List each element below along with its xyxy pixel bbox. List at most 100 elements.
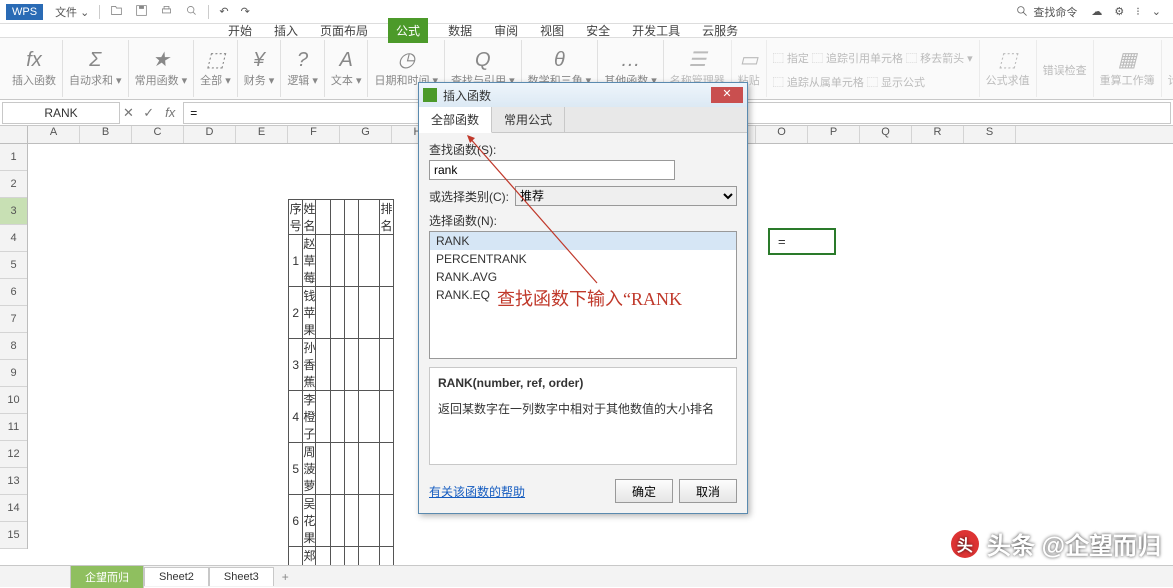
row-header[interactable]: 3 [0, 198, 27, 225]
hdr-rank[interactable]: 排名 [380, 200, 393, 235]
qat-save-icon[interactable] [129, 2, 154, 22]
rbn-all[interactable]: ⬚全部 ▾ [194, 40, 238, 97]
dialog-tabs: 全部函数 常用公式 [419, 107, 747, 133]
function-description: RANK(number, ref, order) 返回某数字在一列数字中相对于其… [429, 367, 737, 465]
row-header[interactable]: 11 [0, 414, 27, 441]
table-row: 2钱苹果 [289, 287, 394, 339]
ok-button[interactable]: 确定 [615, 479, 673, 503]
fx-accept-icon[interactable]: ✓ [143, 105, 154, 120]
rbn-logic[interactable]: ?逻辑 ▾ [281, 40, 325, 97]
tab-view[interactable]: 视图 [538, 22, 566, 39]
tab-home[interactable]: 开始 [226, 22, 254, 39]
tab-insert[interactable]: 插入 [272, 22, 300, 39]
rbn-calcsheet: ▦计算工作表 [1162, 40, 1173, 97]
fn-signature: RANK(number, ref, order) [438, 376, 728, 390]
data-table: 序号 姓名 排名 1赵草莓 2钱苹果 3孙香蕉 4李橙子 5周菠萝 6吴花果 7… [288, 199, 394, 574]
fx-icon[interactable]: fx [165, 105, 175, 120]
menubar: WPS 文件 ⌄ ↶ ↷ 查找命令 ☁ ⚙ ⁝ ⌄ [0, 0, 1173, 24]
row-header[interactable]: 8 [0, 333, 27, 360]
add-sheet-button[interactable]: + [274, 568, 297, 586]
chevron-down-icon[interactable]: ⌄ [1146, 3, 1167, 20]
settings-icon[interactable]: ⚙ [1108, 3, 1130, 20]
tab-cloud[interactable]: 云服务 [700, 22, 740, 39]
col-header[interactable]: P [808, 126, 860, 143]
close-button[interactable]: ✕ [711, 87, 743, 103]
cloud-icon[interactable]: ☁ [1085, 3, 1108, 20]
col-header[interactable]: F [288, 126, 340, 143]
col-header[interactable]: A [28, 126, 80, 143]
rbn-text[interactable]: A文本 ▾ [325, 40, 369, 97]
table-row: 序号 姓名 排名 [289, 200, 394, 235]
ribbon-tabs: 开始 插入 页面布局 公式 数据 审阅 视图 安全 开发工具 云服务 [0, 24, 1173, 38]
tab-data[interactable]: 数据 [446, 22, 474, 39]
row-header[interactable]: 5 [0, 252, 27, 279]
rbn-insert-fn[interactable]: fx插入函数 [6, 40, 63, 97]
qat-print-icon[interactable] [154, 2, 179, 22]
rbn-recalc: ▦重算工作簿 [1094, 40, 1162, 97]
col-header[interactable]: D [184, 126, 236, 143]
rbn-trace: ⬚ 指定 ⬚ 追踪引用单元格 ⬚ 移去箭头 ▾ ⬚ 追踪从属单元格 ⬚ 显示公式 [767, 40, 980, 97]
row-header[interactable]: 13 [0, 468, 27, 495]
table-row: 3孙香蕉 [289, 339, 394, 391]
row-header[interactable]: 15 [0, 522, 27, 549]
qat-redo-icon[interactable]: ↷ [235, 3, 256, 20]
table-row: 4李橙子 [289, 391, 394, 443]
dialog-titlebar[interactable]: 插入函数 ✕ [419, 83, 747, 107]
row-header[interactable]: 7 [0, 306, 27, 333]
more-icon[interactable]: ⁝ [1130, 3, 1146, 20]
tab-all-functions[interactable]: 全部函数 [419, 107, 492, 133]
sheet-tabs: 企望而归 Sheet2 Sheet3 + [0, 565, 1173, 587]
sheet-tab[interactable]: 企望而归 [70, 565, 144, 588]
col-header[interactable]: S [964, 126, 1016, 143]
col-header[interactable]: B [80, 126, 132, 143]
watermark-icon: 头 [951, 530, 979, 558]
table-row: 5周菠萝 [289, 443, 394, 495]
qat-open-icon[interactable] [104, 2, 129, 22]
hdr-no[interactable]: 序号 [289, 200, 303, 235]
rbn-eval: ⬚公式求值 [980, 40, 1037, 97]
search-command[interactable]: 查找命令 [1016, 4, 1077, 20]
col-header[interactable]: G [340, 126, 392, 143]
col-header[interactable]: E [236, 126, 288, 143]
tab-common-formulas[interactable]: 常用公式 [492, 107, 565, 132]
row-header[interactable]: 6 [0, 279, 27, 306]
select-all-corner[interactable] [0, 126, 28, 143]
row-headers: 1 2 3 4 5 6 7 8 9 10 11 12 13 14 15 [0, 144, 28, 549]
tab-review[interactable]: 审阅 [492, 22, 520, 39]
dialog-title: 插入函数 [443, 87, 711, 104]
table-row: 6吴花果 [289, 495, 394, 547]
table-row: 1赵草莓 [289, 235, 394, 287]
hdr-name[interactable]: 姓名 [303, 200, 316, 235]
active-cell[interactable]: = [768, 228, 836, 255]
fx-cancel-icon[interactable]: ✕ [123, 105, 134, 120]
help-link[interactable]: 有关该函数的帮助 [429, 483, 609, 500]
fx-buttons: ✕ ✓ [120, 105, 157, 121]
row-header[interactable]: 12 [0, 441, 27, 468]
row-header[interactable]: 14 [0, 495, 27, 522]
rbn-financial[interactable]: ¥财务 ▾ [238, 40, 282, 97]
row-header[interactable]: 10 [0, 387, 27, 414]
qat-preview-icon[interactable] [179, 2, 204, 22]
tab-dev[interactable]: 开发工具 [630, 22, 682, 39]
sheet-tab[interactable]: Sheet2 [144, 567, 209, 586]
col-header[interactable]: R [912, 126, 964, 143]
qat-undo-icon[interactable]: ↶ [213, 3, 234, 20]
col-header[interactable]: Q [860, 126, 912, 143]
insert-function-dialog: 插入函数 ✕ 全部函数 常用公式 查找函数(S): 或选择类别(C): 推荐 选… [418, 82, 748, 514]
sheet-tab[interactable]: Sheet3 [209, 567, 274, 586]
tab-security[interactable]: 安全 [584, 22, 612, 39]
col-header[interactable]: O [756, 126, 808, 143]
menu-file[interactable]: 文件 ⌄ [49, 2, 95, 22]
name-box[interactable]: RANK [2, 102, 120, 124]
col-header[interactable]: C [132, 126, 184, 143]
row-header[interactable]: 1 [0, 144, 27, 171]
cancel-button[interactable]: 取消 [679, 479, 737, 503]
row-header[interactable]: 9 [0, 360, 27, 387]
row-header[interactable]: 4 [0, 225, 27, 252]
rbn-autosum[interactable]: Σ自动求和 ▾ [63, 40, 129, 97]
tab-layout[interactable]: 页面布局 [318, 22, 370, 39]
row-header[interactable]: 2 [0, 171, 27, 198]
annotation-arrow [467, 135, 647, 295]
rbn-common[interactable]: ★常用函数 ▾ [129, 40, 195, 97]
fn-desc-text: 返回某数字在一列数字中相对于其他数值的大小排名 [438, 400, 728, 417]
